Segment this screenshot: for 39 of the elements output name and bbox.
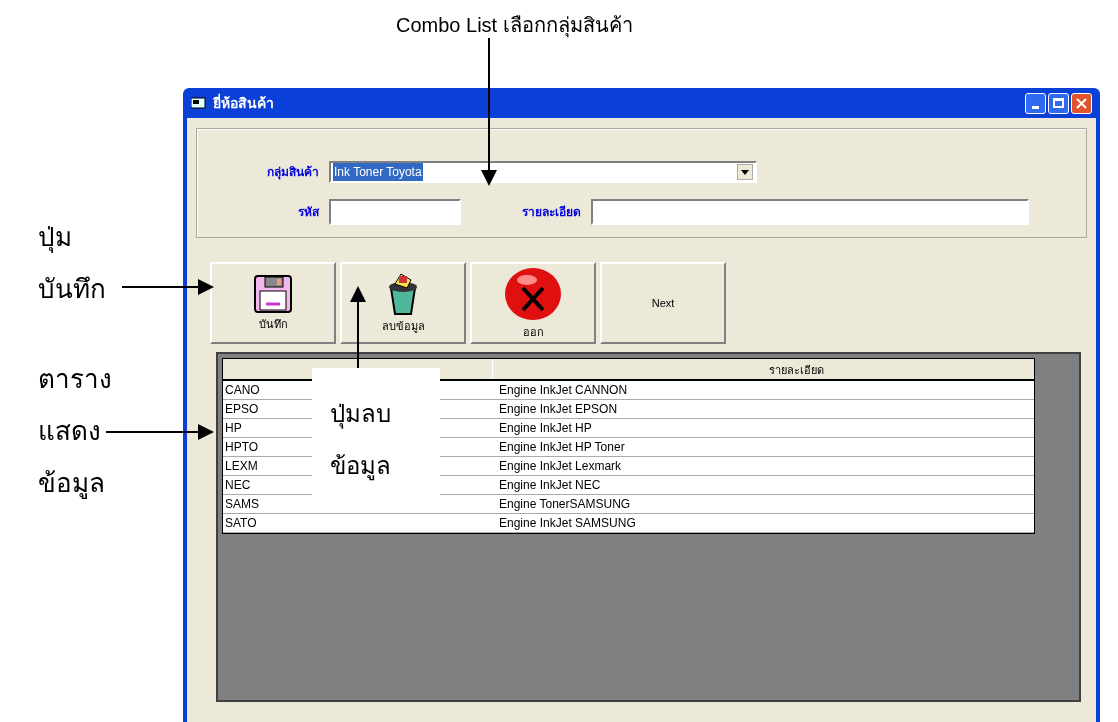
delete-button[interactable]: ลบข้อมูล (340, 262, 466, 344)
minimize-button[interactable] (1025, 92, 1046, 114)
caption: Combo List เลือกกลุ่มสินค้า (396, 13, 633, 40)
table-cell-text: Engine InkJet SAMSUNG (498, 515, 637, 532)
table-cell-text: Engine InkJet HP (498, 420, 593, 437)
maximize-button[interactable] (1048, 92, 1069, 114)
table-cell-text: Engine InkJet HP Toner (498, 439, 626, 456)
product-group-dropdown[interactable]: Ink Toner Toyota (329, 161, 757, 183)
close-button[interactable] (1071, 92, 1092, 114)
table-cell-text: HP (225, 420, 242, 437)
column-header: รายละเอียด (768, 363, 825, 378)
table-cell-text: Engine InkJet EPSON (498, 401, 619, 418)
save-button[interactable]: บันทึก (210, 262, 336, 344)
field-label: กลุ่มสินค้า (266, 164, 320, 181)
table-cell-text: CANO (225, 382, 260, 399)
close-icon (1076, 97, 1087, 109)
detail-input-field[interactable] (591, 199, 1029, 225)
field-label: รายละเอียด (521, 204, 582, 221)
window-app-icon (191, 96, 207, 110)
window-title: ยี่ห้อสินค้า (213, 92, 274, 113)
annotation-text: ปุ่ม บันทึก (38, 222, 107, 306)
annotation-text: ตาราง แสดง ข้อมูล (38, 364, 112, 501)
dropdown-value: Ink Toner Toyota (333, 163, 423, 181)
table-cell-text: SAMS (225, 496, 259, 513)
table-cell-text: Engine InkJet NEC (498, 477, 602, 494)
table-cell-text: Engine InkJet CANNON (498, 382, 629, 399)
annotation-box: ปุ่มลบ ข้อมูล (312, 368, 440, 495)
code-input-field[interactable] (329, 199, 461, 225)
field-label: รหัส (297, 204, 321, 221)
exit-button[interactable]: ออก (470, 262, 596, 344)
table-cell-text: NEC (225, 477, 251, 494)
table-cell-text: SATO (225, 515, 257, 532)
table-cell-text: Engine InkJet Lexmark (498, 458, 623, 475)
table-cell-text: HPTO (225, 439, 259, 456)
next-button[interactable]: Next (600, 262, 726, 344)
table-cell-text: LEXM (225, 458, 258, 475)
table-cell-text: EPSO (225, 401, 259, 418)
ball-x-icon (503, 265, 563, 322)
table-cell-text: Engine TonerSAMSUNG (498, 496, 632, 513)
